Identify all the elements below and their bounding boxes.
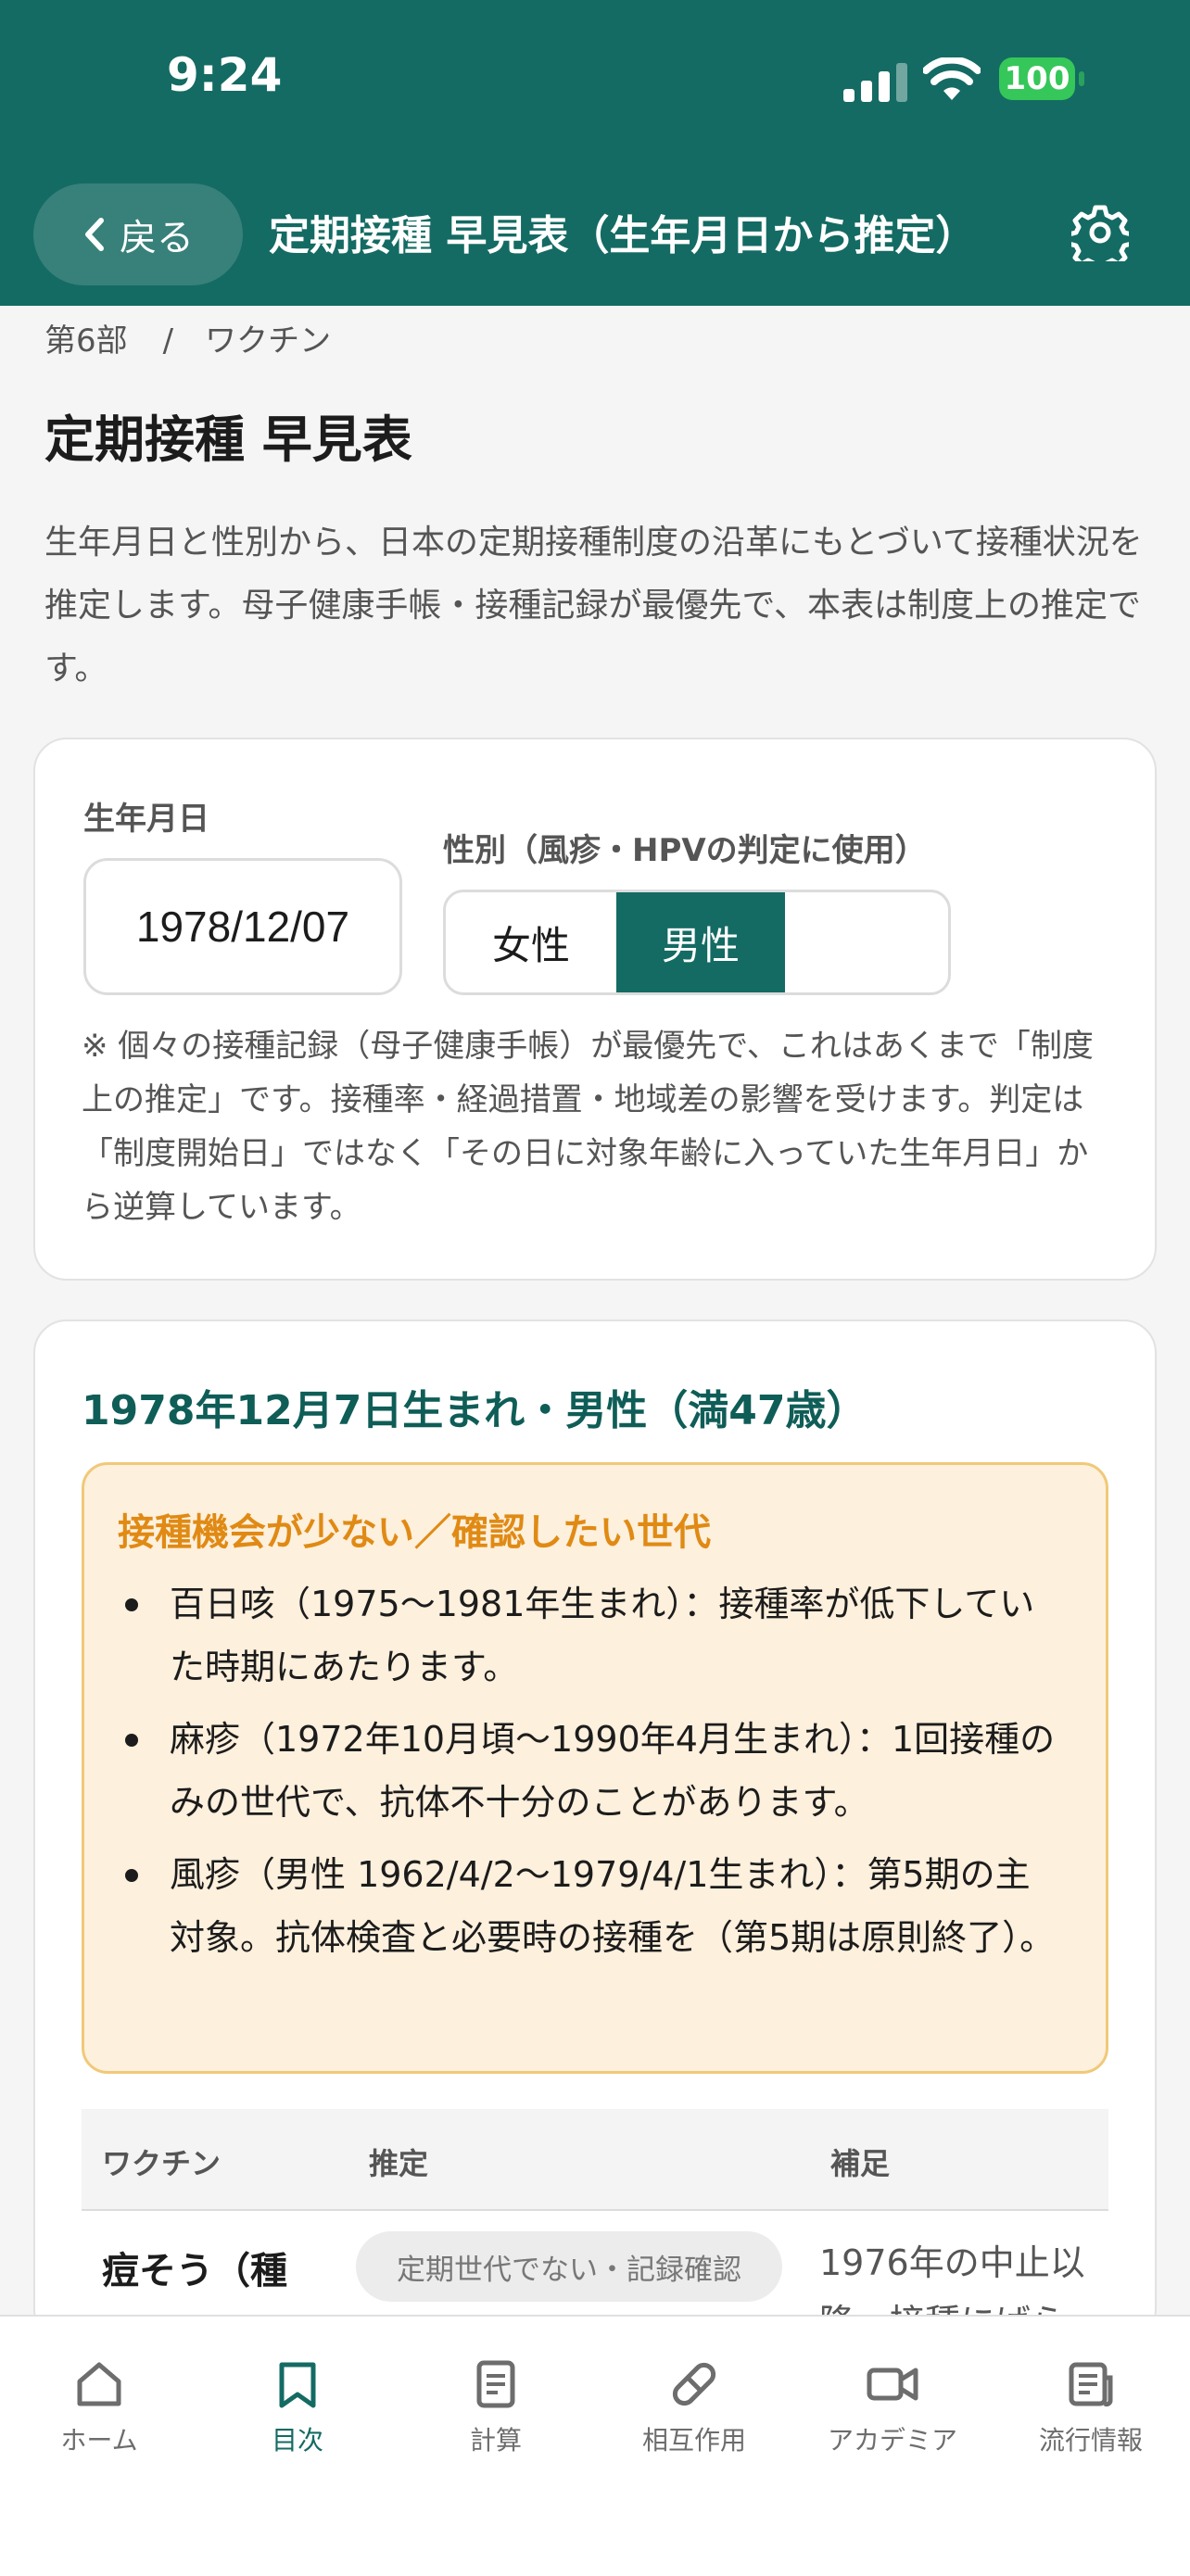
breadcrumb-separator: /	[162, 322, 174, 360]
intro-text: 生年月日と性別から、日本の定期接種制度の沿革にもとづいて接種状況を推定します。母…	[44, 524, 1143, 688]
sex-segmented-control: 女性 男性	[443, 890, 951, 995]
dob-label: 生年月日	[83, 801, 209, 838]
page-title: 定期接種 早見表	[44, 410, 412, 469]
disclaimer-note: ※ 個々の接種記録（母子健康手帳）が最優先で、これはあくまで「制度上の推定」です…	[82, 1028, 1094, 1226]
tab-academia[interactable]: アカデミア	[793, 2357, 992, 2457]
home-icon	[77, 2362, 121, 2406]
app-header: 9:24 100 戻る 定期接種 早見表（生年月日から推定）	[0, 0, 1190, 306]
back-button[interactable]: 戻る	[33, 183, 243, 285]
column-header-estimate: 推定	[369, 2146, 429, 2181]
warning-title: 接種機会が少ない／確認したい世代	[118, 1511, 711, 1554]
cellular-signal-icon	[843, 63, 907, 102]
battery-nub	[1079, 71, 1084, 86]
breadcrumb-part[interactable]: 第6部	[44, 322, 128, 360]
tab-label: ホーム	[60, 2425, 138, 2456]
dob-input[interactable]: 1978/12/07	[83, 858, 402, 995]
tab-label: 流行情報	[1038, 2425, 1143, 2456]
bookmark-icon	[279, 2362, 316, 2408]
battery-indicator: 100	[999, 57, 1084, 104]
sex-label: 性別（風疹・HPVの判定に使用）	[443, 832, 927, 869]
gear-icon[interactable]	[1071, 204, 1129, 261]
warning-item: 風疹（男性 1962/4/2〜1979/4/1生まれ）：第5期の主対象。抗体検査…	[118, 1843, 1063, 1969]
warning-item: 麻疹（1972年10月頃〜1990年4月生まれ）：1回接種のみの世代で、抗体不十…	[118, 1708, 1063, 1834]
tab-label: アカデミア	[827, 2425, 957, 2456]
sex-option-female[interactable]: 女性	[446, 892, 616, 992]
tab-label: 計算	[469, 2425, 522, 2456]
column-header-vaccine: ワクチン	[102, 2146, 222, 2181]
tab-label: 相互作用	[641, 2425, 746, 2456]
wifi-icon	[923, 57, 981, 100]
document-icon	[476, 2360, 515, 2408]
nav-title: 定期接種 早見表（生年月日から推定）	[269, 212, 977, 259]
video-icon	[867, 2368, 918, 2401]
pill-icon	[672, 2362, 716, 2406]
result-title: 1978年12月7日生まれ・男性（満47歳）	[82, 1387, 867, 1434]
news-icon	[1069, 2362, 1113, 2407]
breadcrumb-section[interactable]: ワクチン	[205, 322, 331, 360]
tab-bar: ホーム 目次 計算 相互作用 アカデミア 流行情報	[0, 2315, 1190, 2576]
warning-list: 百日咳（1975〜1981年生まれ）：接種率が低下していた時期にあたります。 麻…	[118, 1572, 1063, 1978]
breadcrumb: 第6部 / ワクチン	[44, 315, 331, 360]
tab-trends[interactable]: 流行情報	[992, 2357, 1190, 2457]
tab-label: 目次	[271, 2425, 323, 2456]
tab-contents[interactable]: 目次	[198, 2357, 397, 2457]
table-cell-vaccine: 痘そう（種	[102, 2250, 287, 2292]
column-header-note: 補足	[830, 2146, 891, 2181]
tab-home[interactable]: ホーム	[0, 2357, 198, 2457]
back-label: 戻る	[120, 217, 194, 259]
chevron-left-icon	[85, 218, 104, 251]
warning-item: 百日咳（1975〜1981年生まれ）：接種率が低下していた時期にあたります。	[118, 1572, 1063, 1698]
result-card: 1978年12月7日生まれ・男性（満47歳） 接種機会が少ない／確認したい世代 …	[33, 1320, 1157, 2342]
sex-option-male[interactable]: 男性	[616, 892, 785, 992]
tab-interactions[interactable]: 相互作用	[595, 2357, 793, 2457]
tab-calc[interactable]: 計算	[397, 2357, 595, 2457]
table-header: ワクチン 推定 補足	[82, 2109, 1108, 2211]
input-card: 生年月日 1978/12/07 性別（風疹・HPVの判定に使用） 女性 男性 ※…	[33, 738, 1157, 1281]
battery-level: 100	[999, 57, 1075, 100]
status-badge: 定期世代でない・記録確認	[356, 2231, 782, 2302]
status-time: 9:24	[167, 48, 283, 102]
warning-box: 接種機会が少ない／確認したい世代 百日咳（1975〜1981年生まれ）：接種率が…	[82, 1462, 1108, 2074]
